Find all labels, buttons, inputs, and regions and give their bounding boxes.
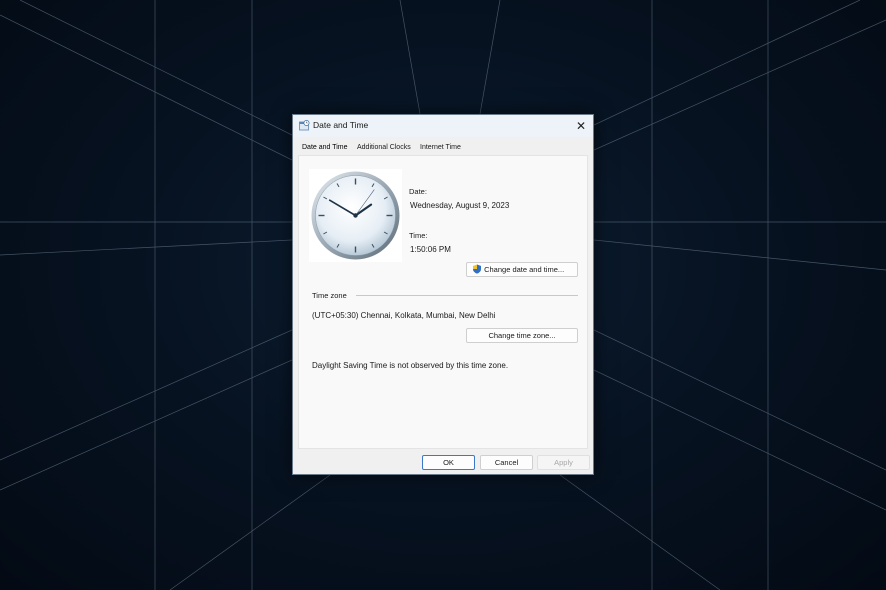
group-divider xyxy=(356,295,578,296)
clock-face xyxy=(311,171,400,260)
date-value: Wednesday, August 9, 2023 xyxy=(410,201,510,210)
tab-additional-clocks[interactable]: Additional Clocks xyxy=(357,141,411,154)
change-time-zone-button[interactable]: Change time zone... xyxy=(466,328,578,343)
title-bar[interactable]: Date and Time ✕ xyxy=(293,115,593,137)
close-icon: ✕ xyxy=(575,119,587,133)
change-date-time-label: Change date and time... xyxy=(484,265,565,274)
cancel-button[interactable]: Cancel xyxy=(480,455,533,470)
date-time-dialog: Date and Time ✕ Date and Time Additional… xyxy=(292,114,594,475)
tab-internet-time[interactable]: Internet Time xyxy=(420,141,461,154)
ok-button[interactable]: OK xyxy=(422,455,475,470)
analog-clock xyxy=(309,169,402,262)
dst-note: Daylight Saving Time is not observed by … xyxy=(312,361,509,370)
date-time-app-icon xyxy=(299,120,310,131)
time-zone-group-label: Time zone xyxy=(312,291,347,300)
window-title: Date and Time xyxy=(313,120,369,130)
time-label: Time: xyxy=(409,231,428,240)
close-button[interactable]: ✕ xyxy=(569,115,593,137)
apply-button[interactable]: Apply xyxy=(537,455,590,470)
date-label: Date: xyxy=(409,187,427,196)
tab-date-and-time[interactable]: Date and Time xyxy=(302,141,348,154)
change-date-time-button[interactable]: Change date and time... xyxy=(466,262,578,277)
uac-shield-icon xyxy=(473,264,481,274)
time-zone-value: (UTC+05:30) Chennai, Kolkata, Mumbai, Ne… xyxy=(312,311,496,320)
time-value: 1:50:06 PM xyxy=(410,245,451,254)
clock-center-pin xyxy=(353,213,358,218)
tab-panel: Date: Wednesday, August 9, 2023 Time: 1:… xyxy=(298,155,588,449)
